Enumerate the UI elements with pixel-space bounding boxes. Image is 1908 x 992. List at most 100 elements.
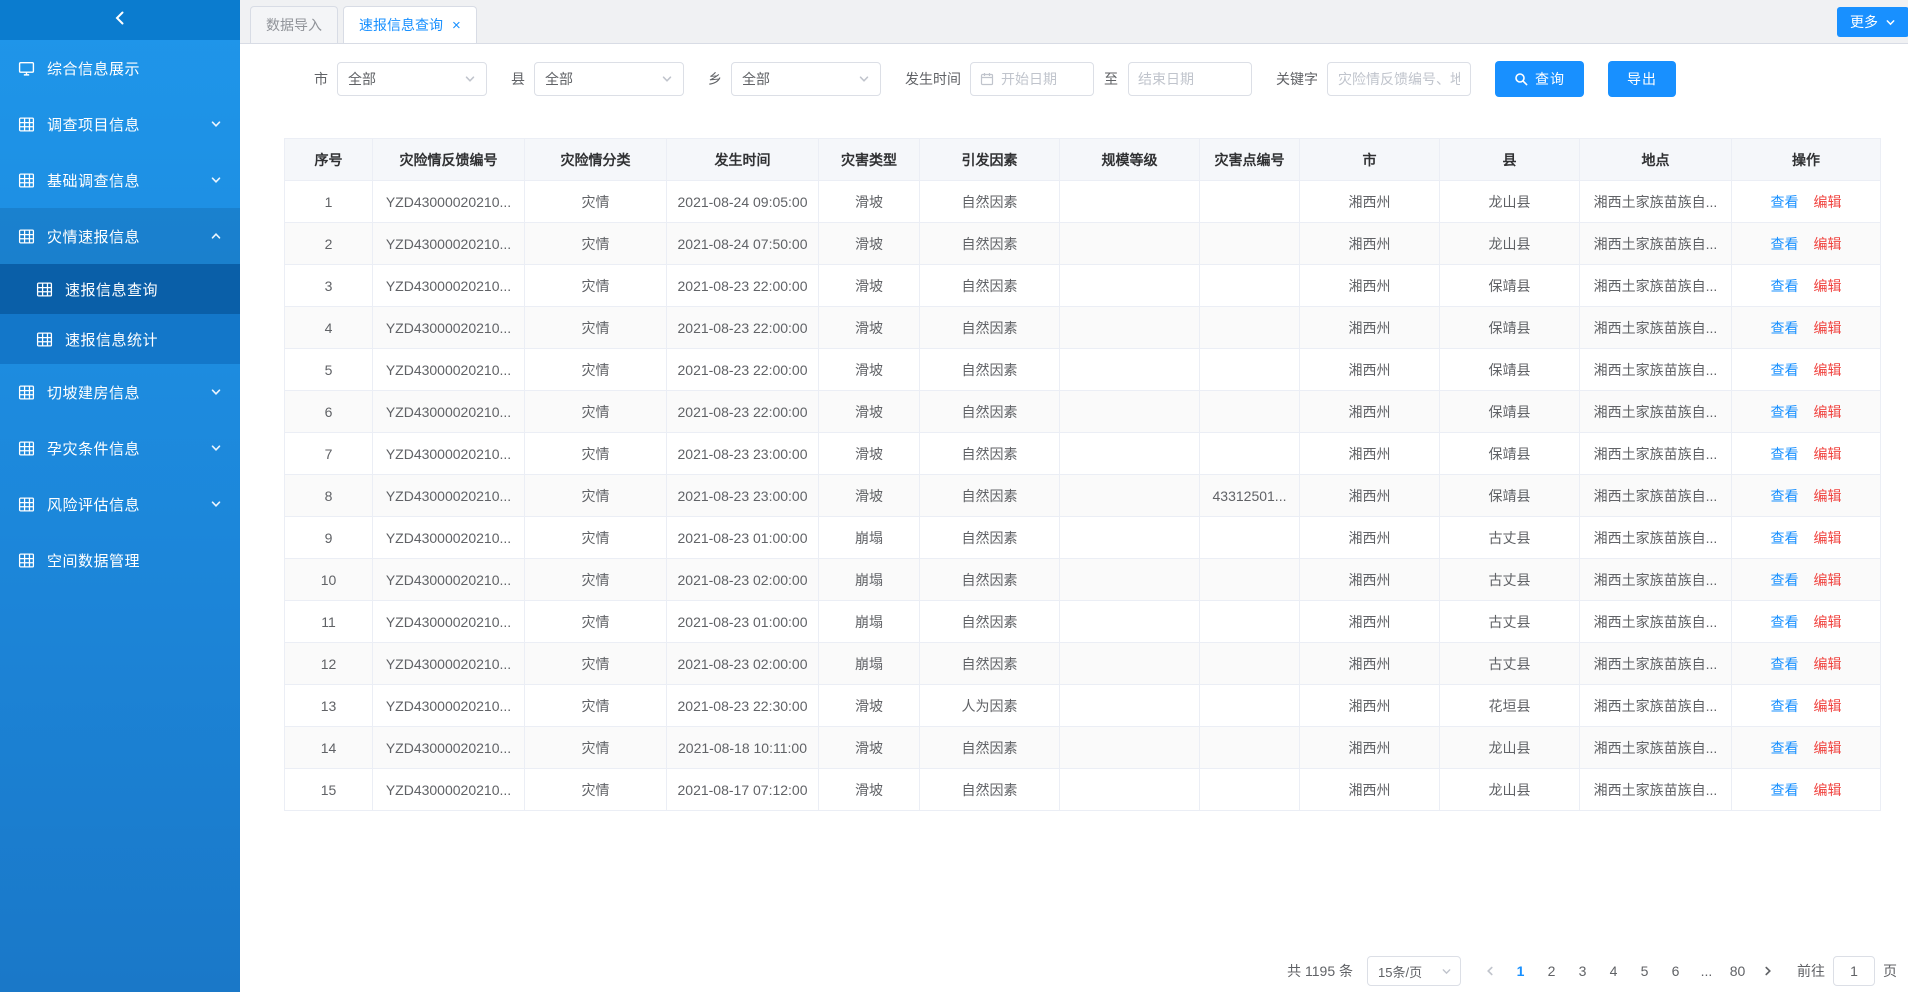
view-link[interactable]: 查看 — [1771, 698, 1799, 714]
end-date-input[interactable]: 结束日期 — [1128, 62, 1252, 96]
next-page-button[interactable] — [1755, 956, 1781, 986]
edit-link[interactable]: 编辑 — [1814, 740, 1842, 756]
table-cell: 灾情 — [525, 517, 667, 559]
edit-link[interactable]: 编辑 — [1814, 404, 1842, 420]
sidebar-subitem[interactable]: 速报信息统计 — [0, 314, 240, 364]
table-cell: YZD43000020210... — [373, 601, 525, 643]
edit-link[interactable]: 编辑 — [1814, 782, 1842, 798]
table-cell: YZD43000020210... — [373, 181, 525, 223]
page-number[interactable]: 80 — [1724, 956, 1751, 986]
page-size-select[interactable]: 15条/页 — [1367, 956, 1461, 986]
table-cell: 滑坡 — [819, 727, 920, 769]
view-link[interactable]: 查看 — [1771, 656, 1799, 672]
table-cell: 2021-08-23 22:00:00 — [667, 307, 819, 349]
goto-page-input[interactable] — [1833, 956, 1875, 986]
view-link[interactable]: 查看 — [1771, 320, 1799, 336]
edit-link[interactable]: 编辑 — [1814, 236, 1842, 252]
sidebar-item[interactable]: 综合信息展示 — [0, 40, 240, 96]
sidebar-item[interactable]: 孕灾条件信息 — [0, 420, 240, 476]
edit-link[interactable]: 编辑 — [1814, 278, 1842, 294]
table-cell: YZD43000020210... — [373, 391, 525, 433]
table-row: 4YZD43000020210...灾情2021-08-23 22:00:00滑… — [285, 307, 1881, 349]
table-cell-actions: 查看编辑 — [1732, 643, 1881, 685]
sidebar-item[interactable]: 切坡建房信息 — [0, 364, 240, 420]
main-area: 数据导入速报信息查询× 更多 市 全部 县 — [240, 0, 1908, 992]
sidebar-subitem[interactable]: 速报信息查询 — [0, 264, 240, 314]
export-button[interactable]: 导出 — [1608, 61, 1676, 97]
table-cell — [1200, 643, 1300, 685]
page-number[interactable]: 4 — [1600, 956, 1627, 986]
grid-icon — [36, 281, 55, 298]
edit-link[interactable]: 编辑 — [1814, 698, 1842, 714]
view-link[interactable]: 查看 — [1771, 572, 1799, 588]
pagination: 共 1195 条 15条/页 123456...80 前往 页 — [1287, 956, 1897, 986]
edit-link[interactable]: 编辑 — [1814, 446, 1842, 462]
view-link[interactable]: 查看 — [1771, 530, 1799, 546]
column-header: 地点 — [1580, 139, 1732, 181]
sidebar-item[interactable]: 空间数据管理 — [0, 532, 240, 588]
edit-link[interactable]: 编辑 — [1814, 320, 1842, 336]
page-number[interactable]: 2 — [1538, 956, 1565, 986]
view-link[interactable]: 查看 — [1771, 488, 1799, 504]
view-link[interactable]: 查看 — [1771, 194, 1799, 210]
page-number[interactable]: 3 — [1569, 956, 1596, 986]
sidebar-item[interactable]: 风险评估信息 — [0, 476, 240, 532]
view-link[interactable]: 查看 — [1771, 404, 1799, 420]
table-cell: 2021-08-23 02:00:00 — [667, 643, 819, 685]
tab[interactable]: 数据导入 — [250, 6, 338, 43]
table-cell: 7 — [285, 433, 373, 475]
table-cell: 湘西土家族苗族自... — [1580, 433, 1732, 475]
start-date-input[interactable]: 开始日期 — [970, 62, 1094, 96]
view-link[interactable]: 查看 — [1771, 446, 1799, 462]
table-cell — [1060, 265, 1200, 307]
table-cell — [1060, 349, 1200, 391]
view-link[interactable]: 查看 — [1771, 236, 1799, 252]
edit-link[interactable]: 编辑 — [1814, 572, 1842, 588]
sidebar-item[interactable]: 灾情速报信息 — [0, 208, 240, 264]
chevron-up-icon — [210, 230, 222, 242]
view-link[interactable]: 查看 — [1771, 740, 1799, 756]
table-cell — [1060, 685, 1200, 727]
edit-link[interactable]: 编辑 — [1814, 656, 1842, 672]
edit-link[interactable]: 编辑 — [1814, 194, 1842, 210]
table-cell: 13 — [285, 685, 373, 727]
edit-link[interactable]: 编辑 — [1814, 530, 1842, 546]
chevron-down-icon — [464, 73, 476, 85]
county-select[interactable]: 全部 — [534, 62, 684, 96]
keyword-input[interactable] — [1327, 62, 1471, 96]
page-number[interactable]: 5 — [1631, 956, 1658, 986]
edit-link[interactable]: 编辑 — [1814, 488, 1842, 504]
view-link[interactable]: 查看 — [1771, 362, 1799, 378]
prev-page-button[interactable] — [1477, 956, 1503, 986]
view-link[interactable]: 查看 — [1771, 278, 1799, 294]
edit-link[interactable]: 编辑 — [1814, 362, 1842, 378]
table-cell: 灾情 — [525, 349, 667, 391]
page-number[interactable]: 6 — [1662, 956, 1689, 986]
page-number[interactable]: 1 — [1507, 956, 1534, 986]
table-cell: YZD43000020210... — [373, 223, 525, 265]
table-cell — [1060, 643, 1200, 685]
page-ellipsis[interactable]: ... — [1693, 956, 1720, 986]
close-icon[interactable]: × — [452, 18, 461, 33]
table-cell: 湘西土家族苗族自... — [1580, 727, 1732, 769]
tab[interactable]: 速报信息查询× — [343, 6, 477, 43]
table-cell: 1 — [285, 181, 373, 223]
town-select[interactable]: 全部 — [731, 62, 881, 96]
table-cell: 湘西州 — [1300, 517, 1440, 559]
table-cell — [1060, 601, 1200, 643]
search-button[interactable]: 查询 — [1495, 61, 1584, 97]
sidebar-item[interactable]: 调查项目信息 — [0, 96, 240, 152]
sidebar-subitem-label: 速报信息统计 — [65, 329, 222, 350]
sidebar-collapse-button[interactable] — [0, 0, 240, 40]
sidebar-item[interactable]: 基础调查信息 — [0, 152, 240, 208]
edit-link[interactable]: 编辑 — [1814, 614, 1842, 630]
table-cell: 2021-08-24 09:05:00 — [667, 181, 819, 223]
view-link[interactable]: 查看 — [1771, 782, 1799, 798]
table-cell: 灾情 — [525, 433, 667, 475]
more-button[interactable]: 更多 — [1837, 7, 1908, 37]
view-link[interactable]: 查看 — [1771, 614, 1799, 630]
city-select[interactable]: 全部 — [337, 62, 487, 96]
city-label: 市 — [314, 69, 328, 89]
table-cell: 2021-08-23 22:00:00 — [667, 391, 819, 433]
table-cell: 2021-08-23 22:30:00 — [667, 685, 819, 727]
